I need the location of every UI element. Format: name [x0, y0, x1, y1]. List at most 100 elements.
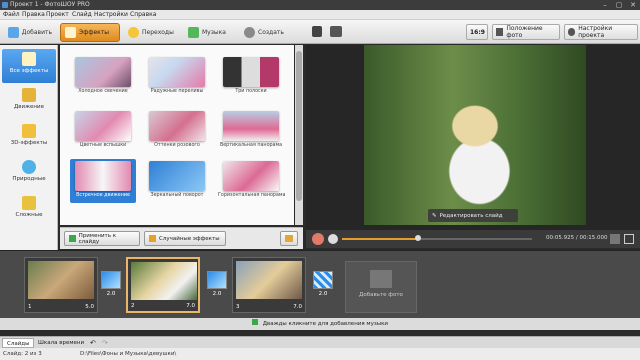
effect-label: Три полоски: [235, 89, 267, 94]
slide-duration: 5.0: [85, 304, 94, 310]
scrollbar-thumb[interactable]: [296, 51, 302, 201]
tab-create-label: Создать: [258, 29, 284, 36]
effects-scrollbar[interactable]: [295, 45, 303, 225]
play-icon[interactable]: [312, 233, 324, 245]
effect-label: Холодное свечение: [78, 89, 128, 94]
sidebar-item-nature[interactable]: Природные: [2, 157, 56, 191]
effect-thumbnail: [75, 111, 131, 141]
effect-tile[interactable]: Радужные переливы: [144, 55, 210, 99]
status-slide: Слайд: 2 из 3: [3, 351, 42, 357]
add-photo-label: Добавьте фото: [359, 292, 403, 298]
tab-slides[interactable]: Слайды: [2, 338, 35, 348]
effect-thumbnail: [149, 111, 205, 141]
main-toolbar: Добавить Эффекты Переходы Музыка Создать…: [0, 20, 640, 44]
bell-icon[interactable]: [312, 26, 322, 37]
sidebar-item-label: Сложные: [15, 212, 43, 218]
playback-progress[interactable]: [342, 235, 532, 241]
slide-thumbnail[interactable]: 1 5.0: [24, 257, 98, 313]
wand-icon: [65, 27, 76, 38]
sidebar-item-motion[interactable]: Движение: [2, 85, 56, 119]
transition-tile[interactable]: 2.0: [100, 271, 122, 301]
effect-label: Цветные вспышки: [79, 143, 127, 148]
menu-settings[interactable]: Настройки: [94, 11, 128, 18]
effects-category-sidebar: Все эффекты Движение 3D-эффекты Природны…: [0, 45, 58, 250]
slide-thumbnail[interactable]: 3 7.0: [232, 257, 306, 313]
slide-number: 2: [131, 303, 135, 309]
edit-slide-label: Редактировать слайд: [439, 212, 503, 219]
effect-tile[interactable]: Три полоски: [218, 55, 284, 99]
project-settings-button[interactable]: Настройки проекта: [564, 24, 638, 40]
transition-thumbnail: [101, 271, 121, 289]
close-icon[interactable]: ✕: [626, 0, 640, 10]
slide-image: [131, 262, 197, 300]
slide-image: [28, 261, 94, 299]
tab-transitions[interactable]: Переходы: [124, 23, 180, 42]
slide-thumbnail-selected[interactable]: 2 7.0: [126, 257, 200, 313]
effect-tile[interactable]: Оттенки розового: [144, 109, 210, 153]
effect-tile[interactable]: Зеркальный поворот: [144, 159, 210, 203]
effect-thumbnail: [223, 57, 279, 87]
sidebar-item-complex[interactable]: Сложные: [2, 193, 56, 227]
effect-tile[interactable]: Цветные вспышки: [70, 109, 136, 153]
menu-slide[interactable]: Слайд: [72, 11, 92, 18]
crop-icon: [496, 28, 504, 36]
image-icon: [370, 270, 392, 288]
effect-label: Зеркальный поворот: [150, 193, 204, 198]
effect-label: Вертикальная панорама: [219, 143, 283, 148]
menu-project[interactable]: Проект: [46, 11, 69, 18]
edit-slide-button[interactable]: ✎ Редактировать слайд: [428, 209, 518, 222]
apply-to-slide-button[interactable]: Применить к слайду: [64, 231, 140, 246]
view-tabs: Слайды Шкала времени ↶ ↷: [0, 336, 640, 348]
tab-effects-label: Эффекты: [79, 29, 109, 36]
tab-music[interactable]: Музыка: [184, 23, 236, 42]
fullscreen-icon[interactable]: [624, 234, 634, 244]
sidebar-item-label: 3D-эффекты: [10, 140, 48, 146]
transition-tile[interactable]: 2.0: [206, 271, 228, 301]
aspect-ratio-button[interactable]: 16:9: [466, 24, 488, 40]
undo-icon[interactable]: ↶: [90, 339, 96, 347]
gear-icon: [568, 28, 576, 36]
preview-panel: ✎ Редактировать слайд: [306, 45, 640, 230]
redo-icon[interactable]: ↷: [102, 339, 108, 347]
tab-add[interactable]: Добавить: [4, 23, 56, 42]
menu-file[interactable]: Файл: [3, 11, 20, 18]
transition-thumbnail: [313, 271, 333, 289]
sidebar-item-3d[interactable]: 3D-эффекты: [2, 121, 56, 155]
image-icon[interactable]: [330, 26, 342, 37]
random-effects-button[interactable]: Случайные эффекты: [144, 231, 226, 246]
snowflake-icon: [22, 160, 36, 174]
transition-duration: 2.0: [212, 291, 222, 297]
clear-effect-button[interactable]: [280, 231, 298, 246]
stop-icon[interactable]: [328, 234, 338, 244]
effect-tile[interactable]: Горизонтальная панорама: [218, 159, 285, 203]
music-track[interactable]: Дважды кликните для добавления музыки: [0, 318, 640, 330]
photo-position-label: Положение фото: [506, 25, 543, 39]
tab-timeline[interactable]: Шкала времени: [34, 338, 88, 348]
tab-effects[interactable]: Эффекты: [60, 23, 120, 42]
camera-icon[interactable]: [610, 234, 620, 244]
progress-knob[interactable]: [415, 235, 421, 241]
slide-number: 3: [236, 304, 240, 310]
effect-tile-selected[interactable]: Встречное движение: [70, 159, 136, 203]
effect-thumbnail: [75, 57, 131, 87]
pencil-icon: ✎: [432, 212, 437, 219]
photo-position-button[interactable]: Положение фото: [492, 24, 560, 40]
slide-duration: 7.0: [186, 303, 195, 309]
slide-number: 1: [28, 304, 32, 310]
effect-thumbnail: [75, 161, 131, 191]
title-bar: Проект 1 - ФотоШОУ PRO – ▢ ✕: [0, 0, 640, 10]
menu-edit[interactable]: Правка: [22, 11, 45, 18]
transition-tile[interactable]: 2.0: [312, 271, 334, 301]
time-readout: 00:05.925 / 00:15.000: [546, 235, 608, 241]
effect-label: Встречное движение: [76, 193, 130, 198]
star-icon: [128, 27, 139, 38]
tab-create[interactable]: Создать: [240, 23, 296, 42]
sidebar-item-all-effects[interactable]: Все эффекты: [2, 49, 56, 83]
add-photo-placeholder[interactable]: Добавьте фото: [345, 261, 417, 313]
minimize-icon[interactable]: –: [598, 0, 612, 10]
maximize-icon[interactable]: ▢: [612, 0, 626, 10]
menu-help[interactable]: Справка: [130, 11, 156, 18]
effect-tile[interactable]: Холодное свечение: [70, 55, 136, 99]
playback-controls: 00:05.925 / 00:15.000: [306, 230, 640, 248]
effect-tile[interactable]: Вертикальная панорама: [218, 109, 284, 153]
